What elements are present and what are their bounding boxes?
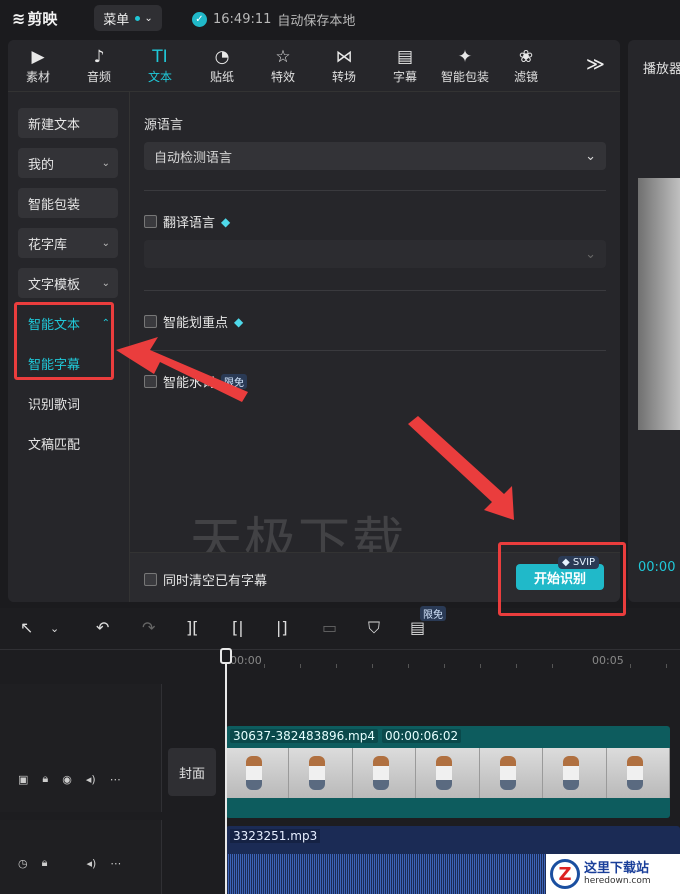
arrow-to-sidebar [116,337,248,402]
site-logo-title: 这里下载站 [584,861,650,876]
arrow-to-start-button [408,416,514,520]
site-logo-icon: Z [550,859,580,889]
annotation-arrows [116,337,514,520]
site-logo: Z 这里下载站 heredown.com [546,854,680,894]
site-logo-domain: heredown.com [584,876,651,886]
